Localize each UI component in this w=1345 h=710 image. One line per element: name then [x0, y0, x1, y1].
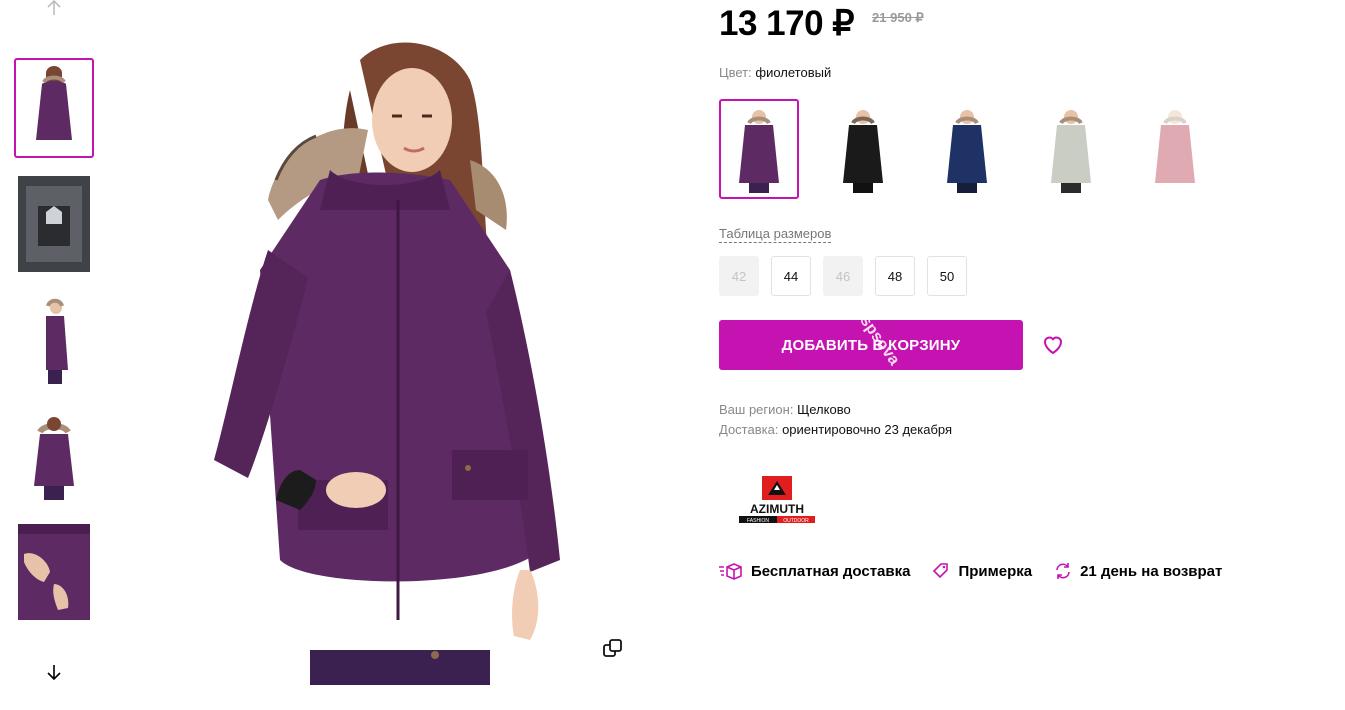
- region-line: Ваш регион: Щелково: [719, 400, 952, 420]
- perk-free-delivery: Бесплатная доставка: [719, 562, 910, 580]
- region-label: Ваш регион:: [719, 402, 794, 417]
- brand-logo[interactable]: AZIMUTH FASHION OUTDOOR: [737, 475, 817, 525]
- color-swatch-navy[interactable]: [927, 99, 1007, 199]
- region-value[interactable]: Щелково: [797, 402, 851, 417]
- thumbnail-front[interactable]: [14, 58, 94, 158]
- thumbnail-lining[interactable]: [14, 174, 94, 274]
- color-swatches: [719, 99, 1239, 199]
- old-price: 21 950 ₽: [872, 10, 924, 25]
- brand-tagline-right: OUTDOOR: [783, 518, 809, 524]
- perk-fitting: Примерка: [932, 562, 1032, 580]
- delivery-box-icon: [719, 563, 742, 580]
- delivery-value: ориентировочно 23 декабря: [782, 422, 953, 437]
- tag-icon: [933, 563, 949, 579]
- add-to-cart-button[interactable]: ДОБАВИТЬ В КОРЗИНУ spsova: [719, 320, 1023, 370]
- current-price: 13 170 ₽: [719, 4, 855, 43]
- perk-free-delivery-label: Бесплатная доставка: [751, 562, 911, 580]
- brand-tagline-left: FASHION: [747, 518, 769, 524]
- delivery-info: Ваш регион: Щелково Доставка: ориентиров…: [719, 400, 952, 440]
- return-arrows-icon: [1056, 563, 1070, 579]
- color-swatch-light-grey[interactable]: [1031, 99, 1111, 199]
- size-option[interactable]: 48: [875, 256, 915, 296]
- thumbnails-up-arrow-icon[interactable]: [42, 0, 66, 20]
- brand-name: AZIMUTH: [750, 502, 804, 516]
- thumbnails-down-arrow-icon[interactable]: [42, 660, 66, 684]
- zoom-copy-icon[interactable]: [602, 638, 624, 660]
- thumbnail-back[interactable]: [14, 406, 94, 506]
- delivery-line: Доставка: ориентировочно 23 декабря: [719, 420, 952, 440]
- delivery-label: Доставка:: [719, 422, 779, 437]
- color-label: Цвет:: [719, 65, 752, 80]
- size-selector: 42 44 46 48 50: [719, 256, 979, 296]
- size-option[interactable]: 42: [719, 256, 759, 296]
- thumbnail-side[interactable]: [14, 290, 94, 390]
- color-swatch-red[interactable]: [1135, 99, 1215, 199]
- add-to-cart-label: ДОБАВИТЬ В КОРЗИНУ: [781, 336, 961, 354]
- perk-returns: 21 день на возврат: [1054, 562, 1222, 580]
- size-table-link[interactable]: Таблица размеров: [719, 226, 832, 243]
- thumbnail-detail[interactable]: [14, 522, 94, 622]
- main-product-image[interactable]: [180, 30, 620, 685]
- thumbnail-list: [14, 58, 94, 638]
- price-row: 13 170 ₽ 21 950 ₽: [719, 2, 924, 46]
- size-option[interactable]: 44: [771, 256, 811, 296]
- color-swatch-black[interactable]: [823, 99, 903, 199]
- color-value: фиолетовый: [755, 65, 832, 80]
- favorite-heart-icon[interactable]: [1041, 333, 1065, 357]
- perk-returns-label: 21 день на возврат: [1080, 562, 1223, 580]
- perk-fitting-label: Примерка: [958, 562, 1033, 580]
- color-swatch-violet[interactable]: [719, 99, 799, 199]
- size-option[interactable]: 46: [823, 256, 863, 296]
- perks-row: Бесплатная доставка Примерка 21 день на …: [719, 562, 1244, 580]
- size-option[interactable]: 50: [927, 256, 967, 296]
- color-info: Цвет: фиолетовый: [719, 65, 831, 80]
